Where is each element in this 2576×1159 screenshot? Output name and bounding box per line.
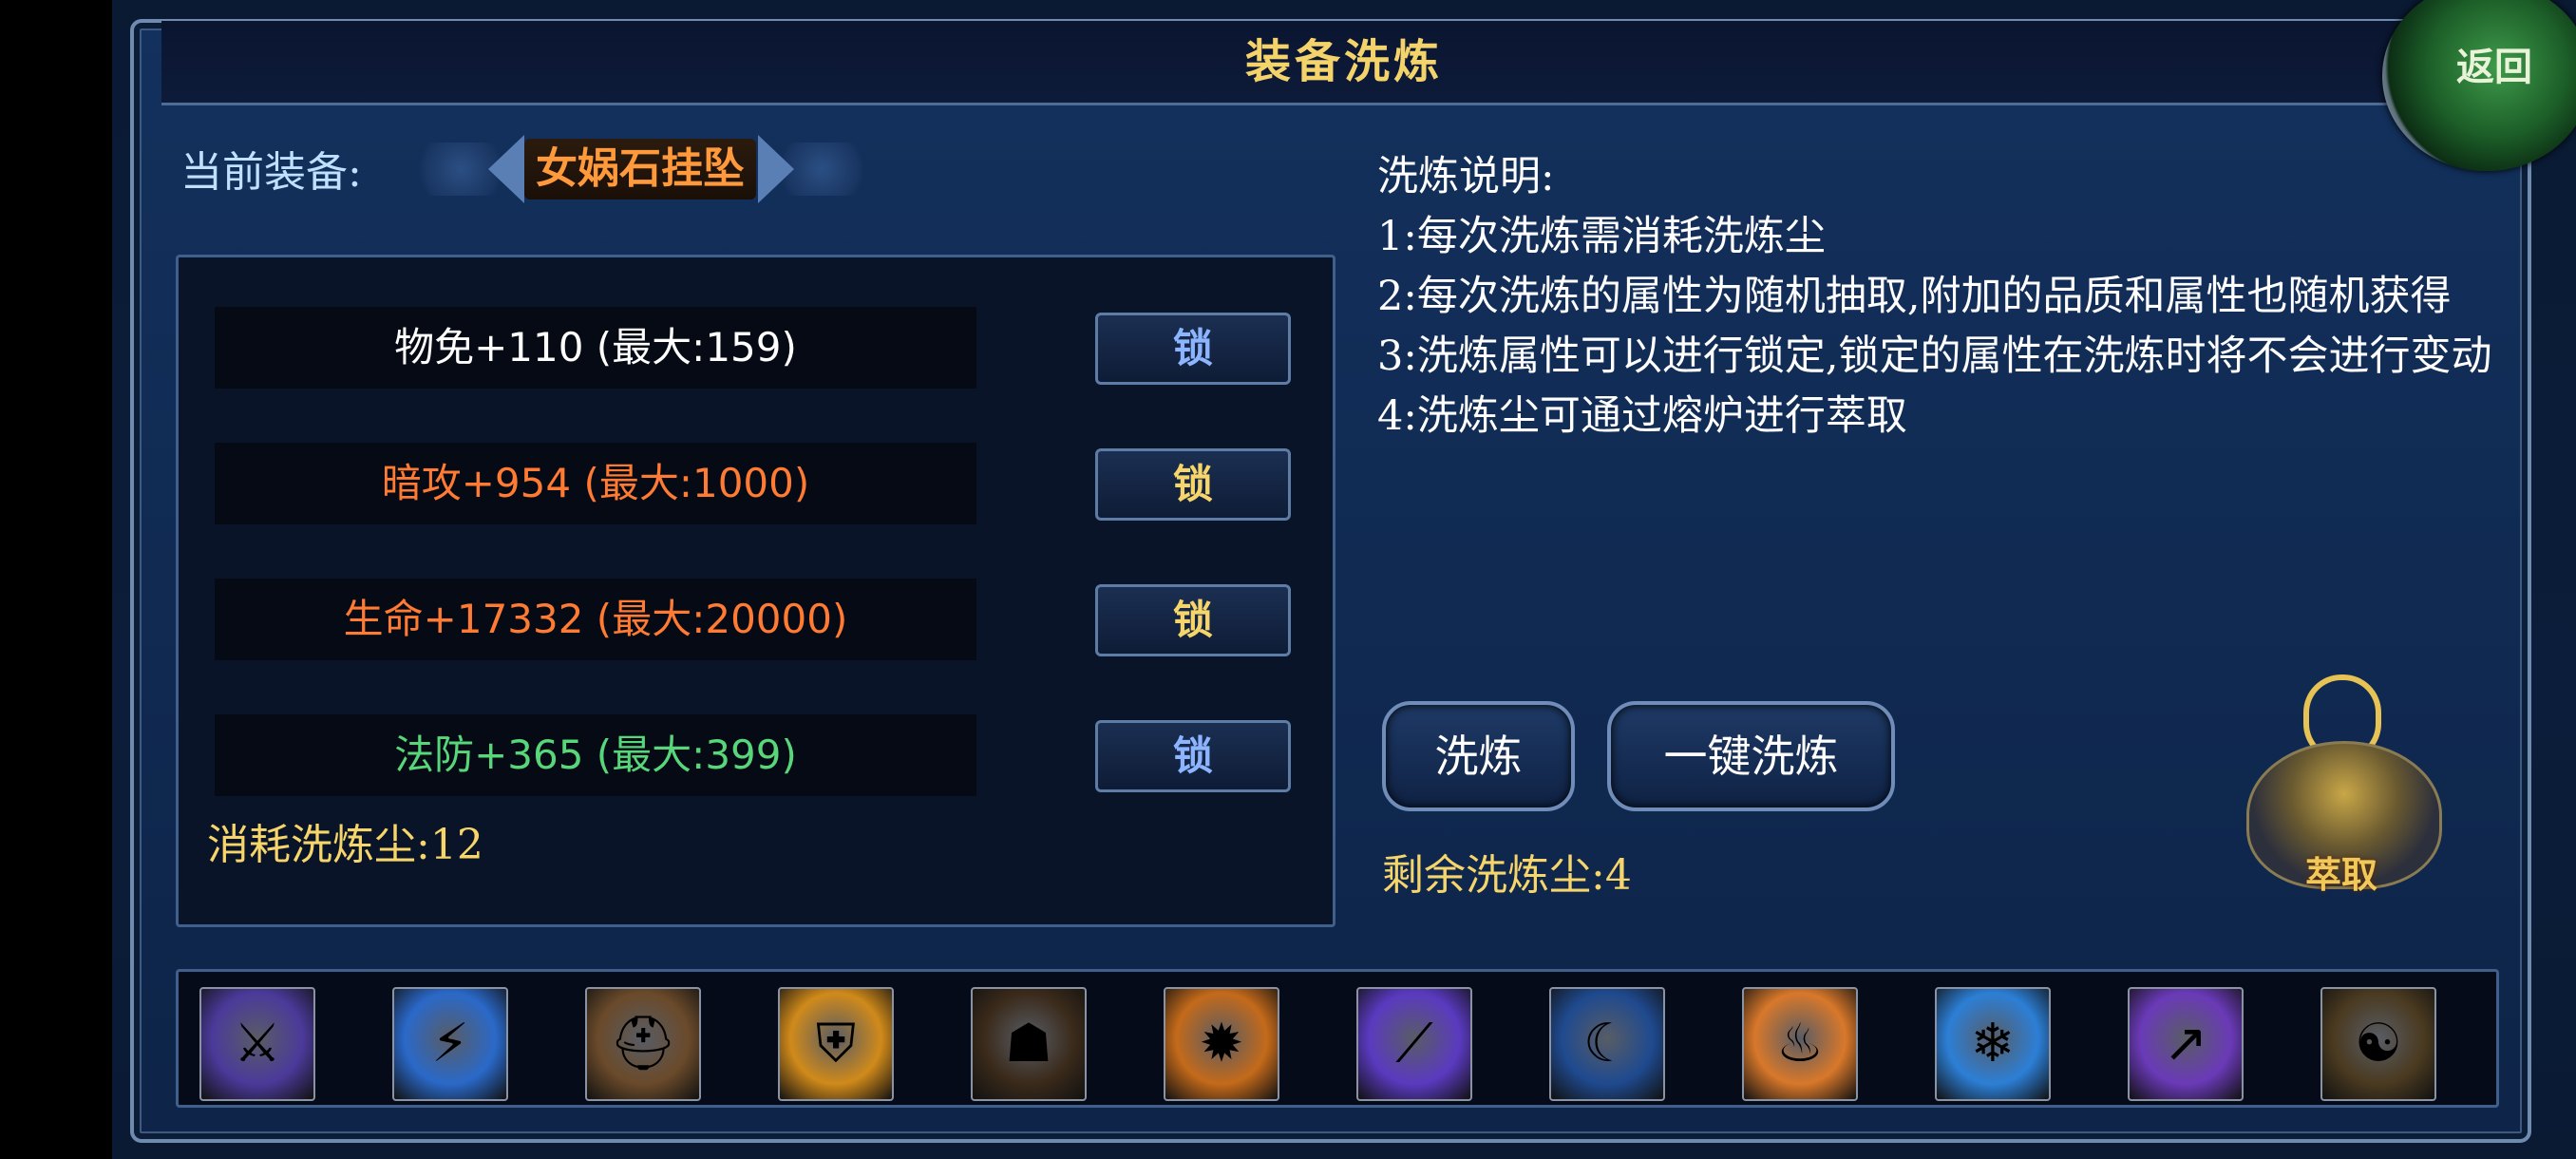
skill-bar: ⚔ ⚡ ⛑ ⛨ ☗ ✹ ⟋ ☾ ♨ ❄ ↗ ☯ [176, 969, 2499, 1108]
skill-slot[interactable]: ↗ [2128, 987, 2244, 1101]
skill-slot[interactable]: ☾ [1549, 987, 1665, 1101]
equipment-selector: 女娲石挂坠 [408, 133, 874, 205]
skill-slot[interactable]: ♨ [1742, 987, 1858, 1101]
skill-slot[interactable]: ⟋ [1356, 987, 1472, 1101]
attribute-row: 法防+365 (最大:399) [215, 714, 976, 796]
fire-warrior-icon: ♨ [1775, 1013, 1825, 1074]
lock-button-label: 锁 [1172, 732, 1213, 779]
refine-description: 洗炼说明: 1:每次洗炼需消耗洗炼尘 2:每次洗炼的属性为随机抽取,附加的品质和… [1377, 147, 2493, 446]
page-title: 装备洗炼 [1244, 35, 1443, 88]
next-equipment-arrow-icon[interactable] [758, 135, 794, 203]
lock-button-label: 锁 [1172, 597, 1213, 643]
lock-button[interactable]: 锁 [1095, 313, 1291, 385]
remaining-dust: 剩余洗炼尘:4 [1382, 851, 1632, 900]
attribute-text: 生命+17332 (最大:20000) [343, 596, 848, 642]
description-title: 洗炼说明: [1377, 153, 1555, 200]
one-click-refine-button-label: 一键洗炼 [1663, 731, 1839, 782]
ice-giant-icon: ❄ [1970, 1013, 2016, 1074]
lock-button[interactable]: 锁 [1095, 584, 1291, 656]
back-button-label: 返回 [2456, 45, 2532, 89]
attribute-row: 物免+110 (最大:159) [215, 307, 976, 389]
extract-button[interactable]: 萃取 [2227, 665, 2455, 902]
title-bar: 装备洗炼 [161, 21, 2527, 105]
description-item: 3:洗炼属性可以进行锁定,锁定的属性在洗炼时将不会进行变动 [1377, 332, 2492, 380]
description-item: 2:每次洗炼的属性为随机抽取,附加的品质和属性也随机获得 [1377, 273, 2452, 320]
one-click-refine-button[interactable]: 一键洗炼 [1607, 701, 1895, 811]
helmet-icon: ⛑ [609, 1013, 677, 1074]
skill-slot[interactable]: ❄ [1935, 987, 2051, 1101]
refine-cost: 消耗洗炼尘:12 [207, 821, 483, 869]
golden-shield-icon: ⛨ [816, 1013, 856, 1074]
equipment-name: 女娲石挂坠 [536, 144, 745, 193]
skill-slot[interactable]: ⚡ [392, 987, 508, 1101]
description-item: 1:每次洗炼需消耗洗炼尘 [1377, 213, 1826, 260]
attribute-text: 物免+110 (最大:159) [394, 324, 797, 370]
equipment-name-box: 女娲石挂坠 [524, 139, 756, 200]
attribute-panel: 物免+110 (最大:159) 锁 暗攻+954 (最大:1000) 锁 生命+… [176, 255, 1335, 927]
shadow-figure-icon: ☗ [1004, 1013, 1053, 1074]
current-equipment-label: 当前装备: [180, 148, 362, 197]
extract-label: 萃取 [2304, 853, 2377, 896]
prev-equipment-arrow-icon[interactable] [488, 135, 524, 203]
flame-boot-icon: ✹ [1199, 1013, 1244, 1074]
attribute-row: 生命+17332 (最大:20000) [215, 579, 976, 660]
attribute-text: 法防+365 (最大:399) [394, 732, 797, 778]
description-item: 4:洗炼尘可通过熔炉进行萃取 [1377, 392, 1907, 440]
refine-button[interactable]: 洗炼 [1382, 701, 1575, 811]
lock-button-label: 锁 [1172, 461, 1213, 507]
skill-slot[interactable]: ⚔ [199, 987, 315, 1101]
green-axe-icon: ⚔ [233, 1013, 282, 1074]
meditation-icon: ☯ [2354, 1013, 2403, 1074]
attribute-text: 暗攻+954 (最大:1000) [381, 460, 810, 506]
skill-slot[interactable]: ☗ [971, 987, 1087, 1101]
lock-button-label: 锁 [1172, 325, 1213, 371]
lock-button[interactable]: 锁 [1095, 720, 1291, 792]
blue-blade-icon: ☾ [1582, 1013, 1632, 1074]
refine-button-label: 洗炼 [1434, 731, 1523, 782]
attribute-row: 暗攻+954 (最大:1000) [215, 443, 976, 524]
skill-slot[interactable]: ⛨ [778, 987, 894, 1101]
violet-slash-icon: ⟋ [1395, 1013, 1433, 1074]
skill-slot[interactable]: ⛑ [585, 987, 701, 1101]
skill-slot[interactable]: ✹ [1164, 987, 1279, 1101]
skill-slot[interactable]: ☯ [2320, 987, 2436, 1101]
lock-button[interactable]: 锁 [1095, 448, 1291, 521]
lightning-icon: ⚡ [431, 1013, 469, 1074]
purple-spear-icon: ↗ [2163, 1013, 2208, 1074]
